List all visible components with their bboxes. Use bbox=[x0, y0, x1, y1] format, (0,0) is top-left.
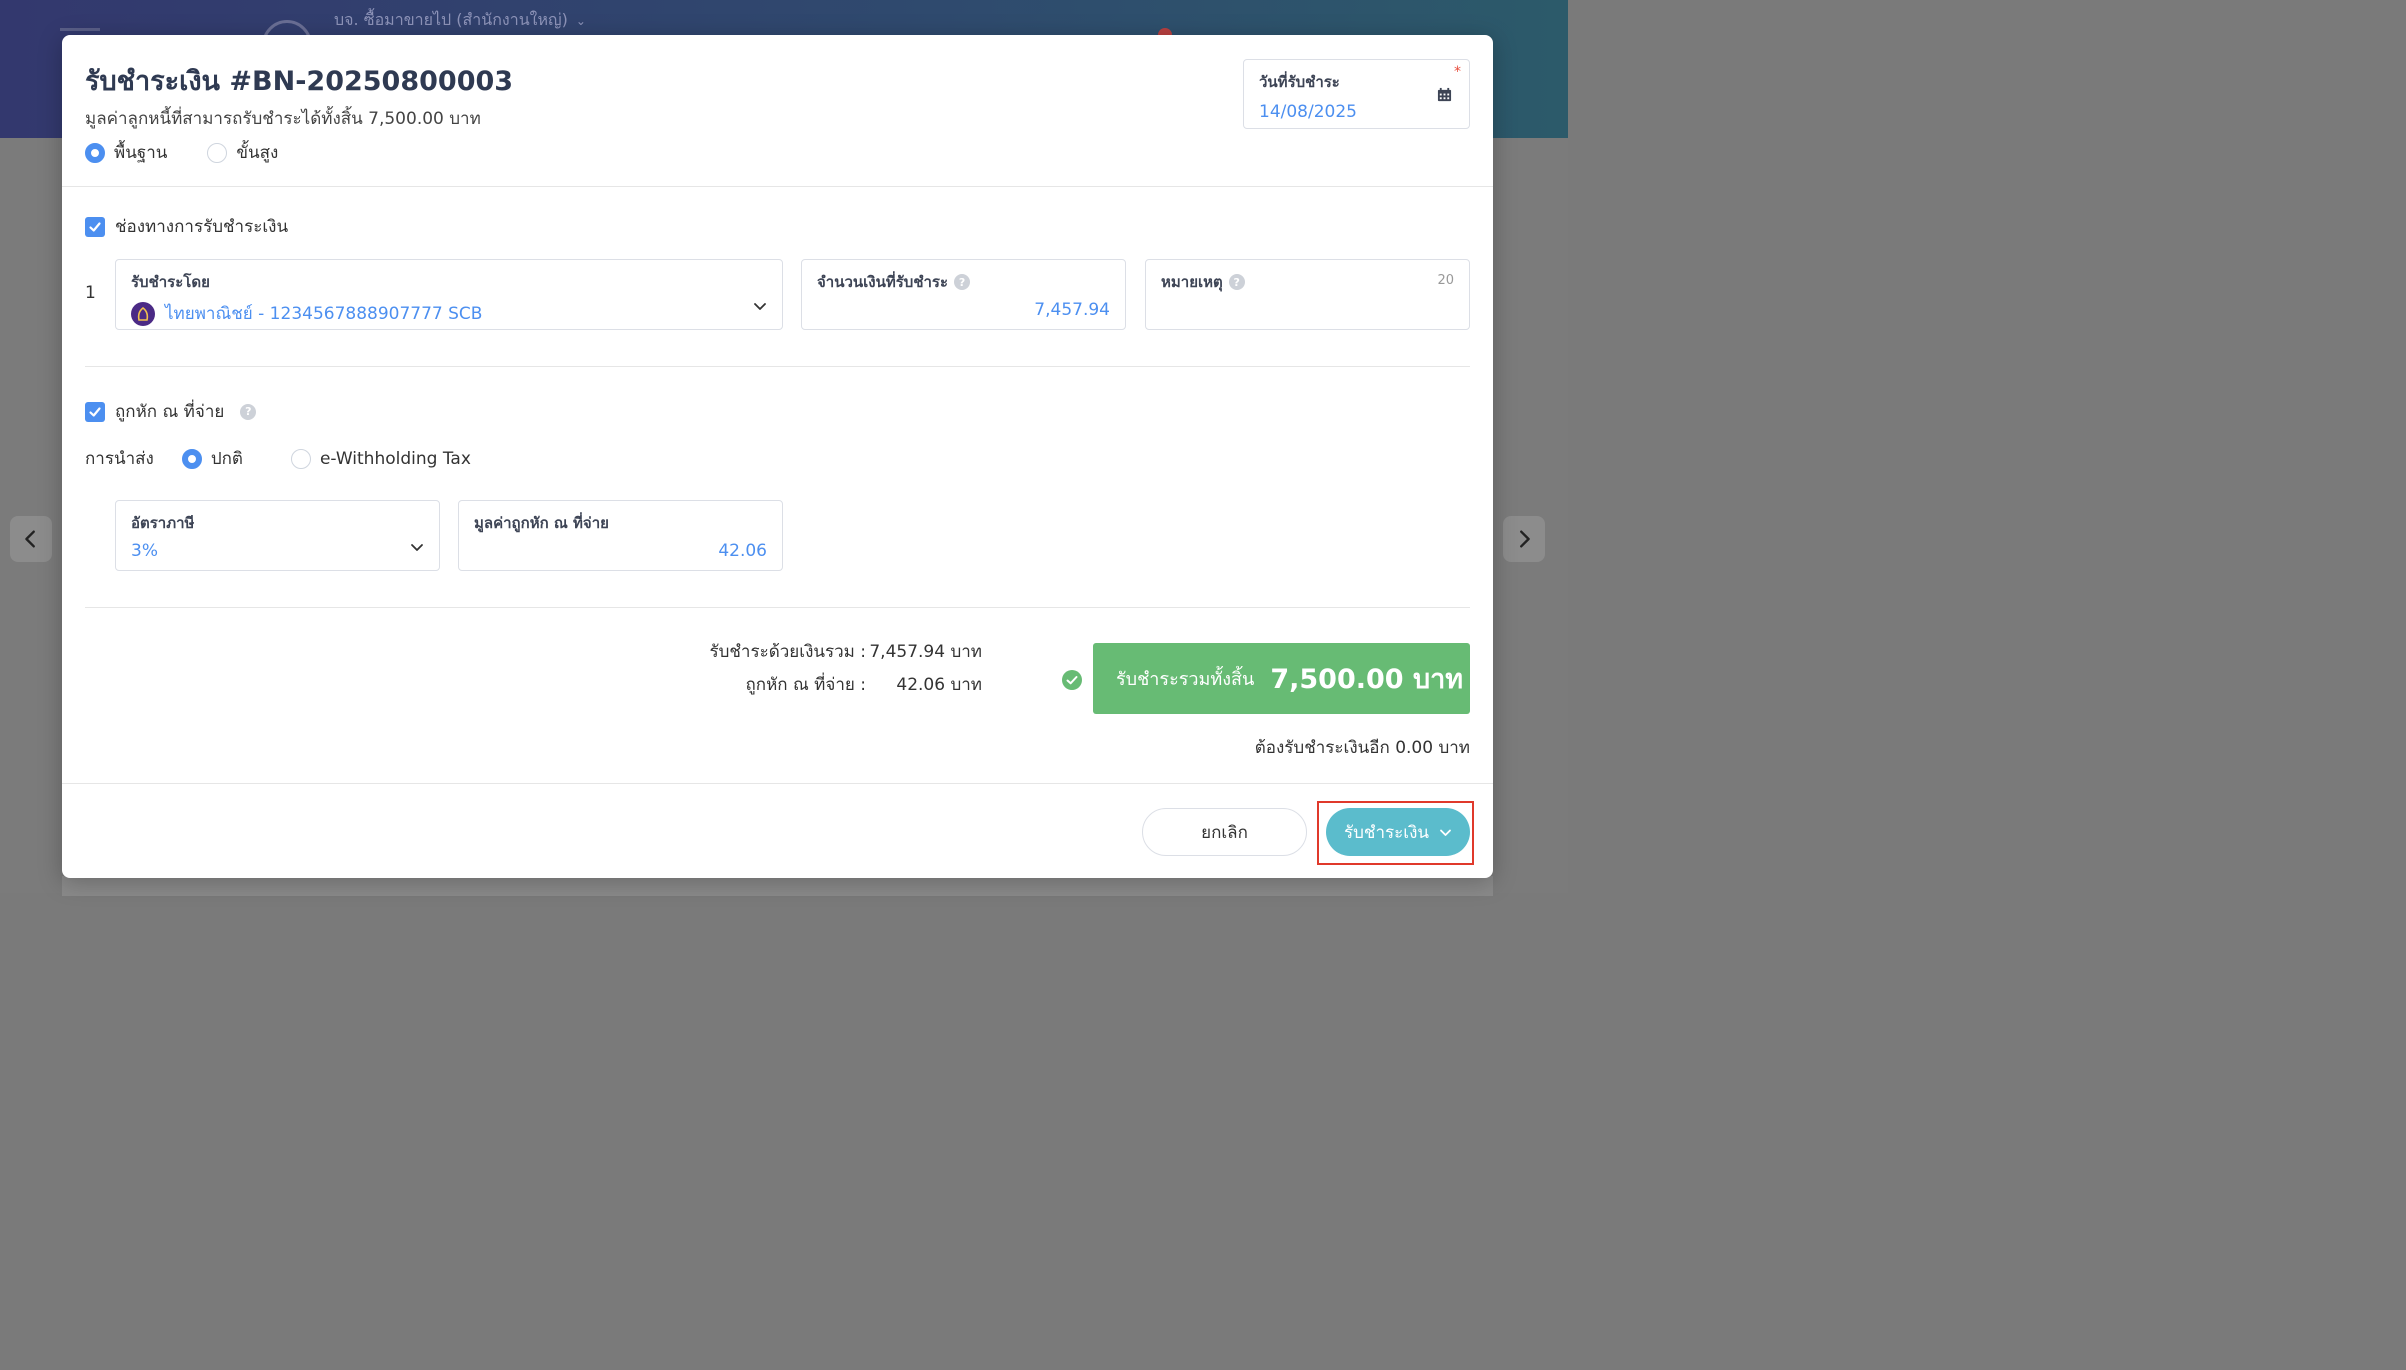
mode-radio-group: พื้นฐาน ขั้นสูง bbox=[85, 139, 278, 166]
modal-header: รับชำระเงิน #BN-20250800003 มูลค่าลูกหนี… bbox=[62, 35, 1493, 187]
pay-by-text: ไทยพาณิชย์ - 1234567888907777 SCB bbox=[165, 304, 483, 324]
receive-payment-label: รับชำระเงิน bbox=[1344, 822, 1429, 843]
section-divider bbox=[85, 607, 1470, 608]
modal-subtitle: มูลค่าลูกหนี้ที่สามารถรับชำระได้ทั้งสิ้น… bbox=[85, 109, 481, 129]
chevron-down-icon[interactable] bbox=[752, 298, 768, 314]
help-icon[interactable]: ? bbox=[1228, 274, 1245, 290]
withholding-amount-value[interactable]: 42.06 bbox=[474, 541, 767, 561]
chevron-down-icon[interactable] bbox=[409, 539, 425, 555]
summary-wht-value: 42.06 บาท bbox=[896, 675, 982, 695]
payment-date-label: วันที่รับชำระ bbox=[1259, 73, 1340, 91]
note-char-counter: 20 bbox=[1437, 273, 1454, 288]
payment-date-field[interactable]: * วันที่รับชำระ 14/08/2025 bbox=[1243, 59, 1470, 129]
remaining-amount-text: ต้องรับชำระเงินอีก 0.00 บาท bbox=[1254, 738, 1470, 758]
chevron-left-icon bbox=[25, 530, 35, 548]
company-name: บจ. ซื้อมาขายไป (สำนักงานใหญ่) bbox=[334, 10, 568, 29]
radio-unchecked[interactable] bbox=[290, 448, 311, 469]
withholding-amount-field[interactable]: มูลค่าถูกหัก ณ ที่จ่าย 42.06 bbox=[458, 500, 783, 571]
mode-option-label: พื้นฐาน bbox=[114, 143, 168, 163]
chevron-right-icon bbox=[1520, 530, 1530, 548]
check-circle-icon bbox=[1062, 670, 1082, 690]
total-received-label: รับชำระรวมทั้งสิ้น bbox=[1116, 669, 1255, 690]
chevron-down-icon: ⌄ bbox=[575, 13, 586, 28]
mode-option-label: ขั้นสูง bbox=[236, 143, 279, 163]
tax-rate-value[interactable]: 3% bbox=[131, 541, 424, 561]
calendar-icon[interactable] bbox=[1437, 87, 1452, 102]
received-amount-label: จำนวนเงินที่รับชำระ ? bbox=[817, 270, 1110, 294]
radio-checked[interactable] bbox=[181, 448, 202, 469]
submission-option-label: ปกติ bbox=[210, 449, 243, 469]
required-marker: * bbox=[1454, 64, 1461, 80]
submission-method-label: การนำส่ง bbox=[85, 449, 154, 469]
withholding-amount-label: มูลค่าถูกหัก ณ ที่จ่าย bbox=[474, 514, 609, 532]
radio-unchecked[interactable] bbox=[207, 142, 228, 163]
help-icon[interactable]: ? bbox=[240, 403, 257, 420]
next-arrow-button[interactable] bbox=[1503, 516, 1545, 562]
received-amount-label-text: จำนวนเงินที่รับชำระ bbox=[817, 273, 949, 291]
payment-summary: รับชำระด้วยเงินรวม : 7,457.94 บาท ถูกหัก… bbox=[652, 638, 982, 704]
withholding-toggle: ถูกหัก ณ ที่จ่าย ? bbox=[85, 398, 257, 425]
summary-received-line: รับชำระด้วยเงินรวม : 7,457.94 บาท bbox=[652, 638, 982, 665]
received-amount-field[interactable]: จำนวนเงินที่รับชำระ ? 7,457.94 bbox=[801, 259, 1126, 330]
modal-footer: ยกเลิก รับชำระเงิน bbox=[62, 783, 1493, 878]
pay-by-select[interactable]: รับชำระโดย ไทยพาณิชย์ - 1234567888907777… bbox=[115, 259, 783, 330]
summary-received-label: รับชำระด้วยเงินรวม : bbox=[709, 642, 866, 662]
total-received-value: 7,500.00 บาท bbox=[1270, 664, 1464, 695]
section-divider bbox=[85, 366, 1470, 367]
pay-by-label: รับชำระโดย bbox=[131, 273, 210, 291]
summary-wht-line: ถูกหัก ณ ที่จ่าย : 42.06 บาท bbox=[652, 671, 982, 698]
receive-payment-modal: รับชำระเงิน #BN-20250800003 มูลค่าลูกหนี… bbox=[62, 35, 1493, 878]
check-icon bbox=[89, 221, 101, 232]
payment-channel-toggle: ช่องทางการรับชำระเงิน bbox=[85, 213, 288, 240]
note-label: หมายเหตุ ? bbox=[1161, 270, 1454, 294]
pay-by-value[interactable]: ไทยพาณิชย์ - 1234567888907777 SCB bbox=[131, 300, 767, 327]
submission-option-normal[interactable]: ปกติ bbox=[181, 445, 243, 472]
tax-rate-label: อัตราภาษี bbox=[131, 514, 195, 532]
received-amount-value[interactable]: 7,457.94 bbox=[817, 300, 1110, 320]
help-icon[interactable]: ? bbox=[954, 274, 971, 290]
summary-wht-label: ถูกหัก ณ ที่จ่าย : bbox=[745, 675, 866, 695]
row-index: 1 bbox=[85, 283, 96, 303]
cancel-button[interactable]: ยกเลิก bbox=[1142, 808, 1307, 856]
mode-option-basic[interactable]: พื้นฐาน bbox=[85, 139, 167, 166]
payment-channel-label: ช่องทางการรับชำระเงิน bbox=[115, 217, 289, 237]
submission-option-e-withholding[interactable]: e-Withholding Tax bbox=[290, 448, 471, 469]
scb-bank-icon bbox=[131, 301, 155, 326]
radio-checked[interactable] bbox=[85, 142, 105, 163]
previous-arrow-button[interactable] bbox=[10, 516, 52, 562]
submission-option-label: e-Withholding Tax bbox=[319, 448, 471, 469]
submission-method-group: การนำส่ง ปกติ e-Withholding Tax bbox=[85, 445, 471, 472]
tax-rate-select[interactable]: อัตราภาษี 3% bbox=[115, 500, 440, 571]
note-field[interactable]: หมายเหตุ ? 20 bbox=[1145, 259, 1470, 330]
chevron-down-icon bbox=[1440, 829, 1451, 836]
withholding-checkbox[interactable] bbox=[85, 401, 105, 422]
withholding-label: ถูกหัก ณ ที่จ่าย bbox=[115, 402, 225, 422]
receive-payment-button[interactable]: รับชำระเงิน bbox=[1326, 808, 1470, 856]
note-label-text: หมายเหตุ bbox=[1161, 273, 1223, 291]
total-received-box: รับชำระรวมทั้งสิ้น 7,500.00 บาท bbox=[1093, 643, 1470, 714]
mode-option-advanced[interactable]: ขั้นสูง bbox=[207, 139, 278, 166]
company-selector[interactable]: บจ. ซื้อมาขายไป (สำนักงานใหญ่) ⌄ bbox=[334, 8, 586, 33]
payment-date-value[interactable]: 14/08/2025 bbox=[1259, 102, 1454, 122]
payment-channel-checkbox[interactable] bbox=[85, 216, 105, 237]
summary-received-value: 7,457.94 บาท bbox=[869, 642, 982, 662]
modal-title: รับชำระเงิน #BN-20250800003 bbox=[85, 66, 514, 97]
background-card bbox=[62, 876, 1493, 896]
check-icon bbox=[89, 406, 101, 417]
